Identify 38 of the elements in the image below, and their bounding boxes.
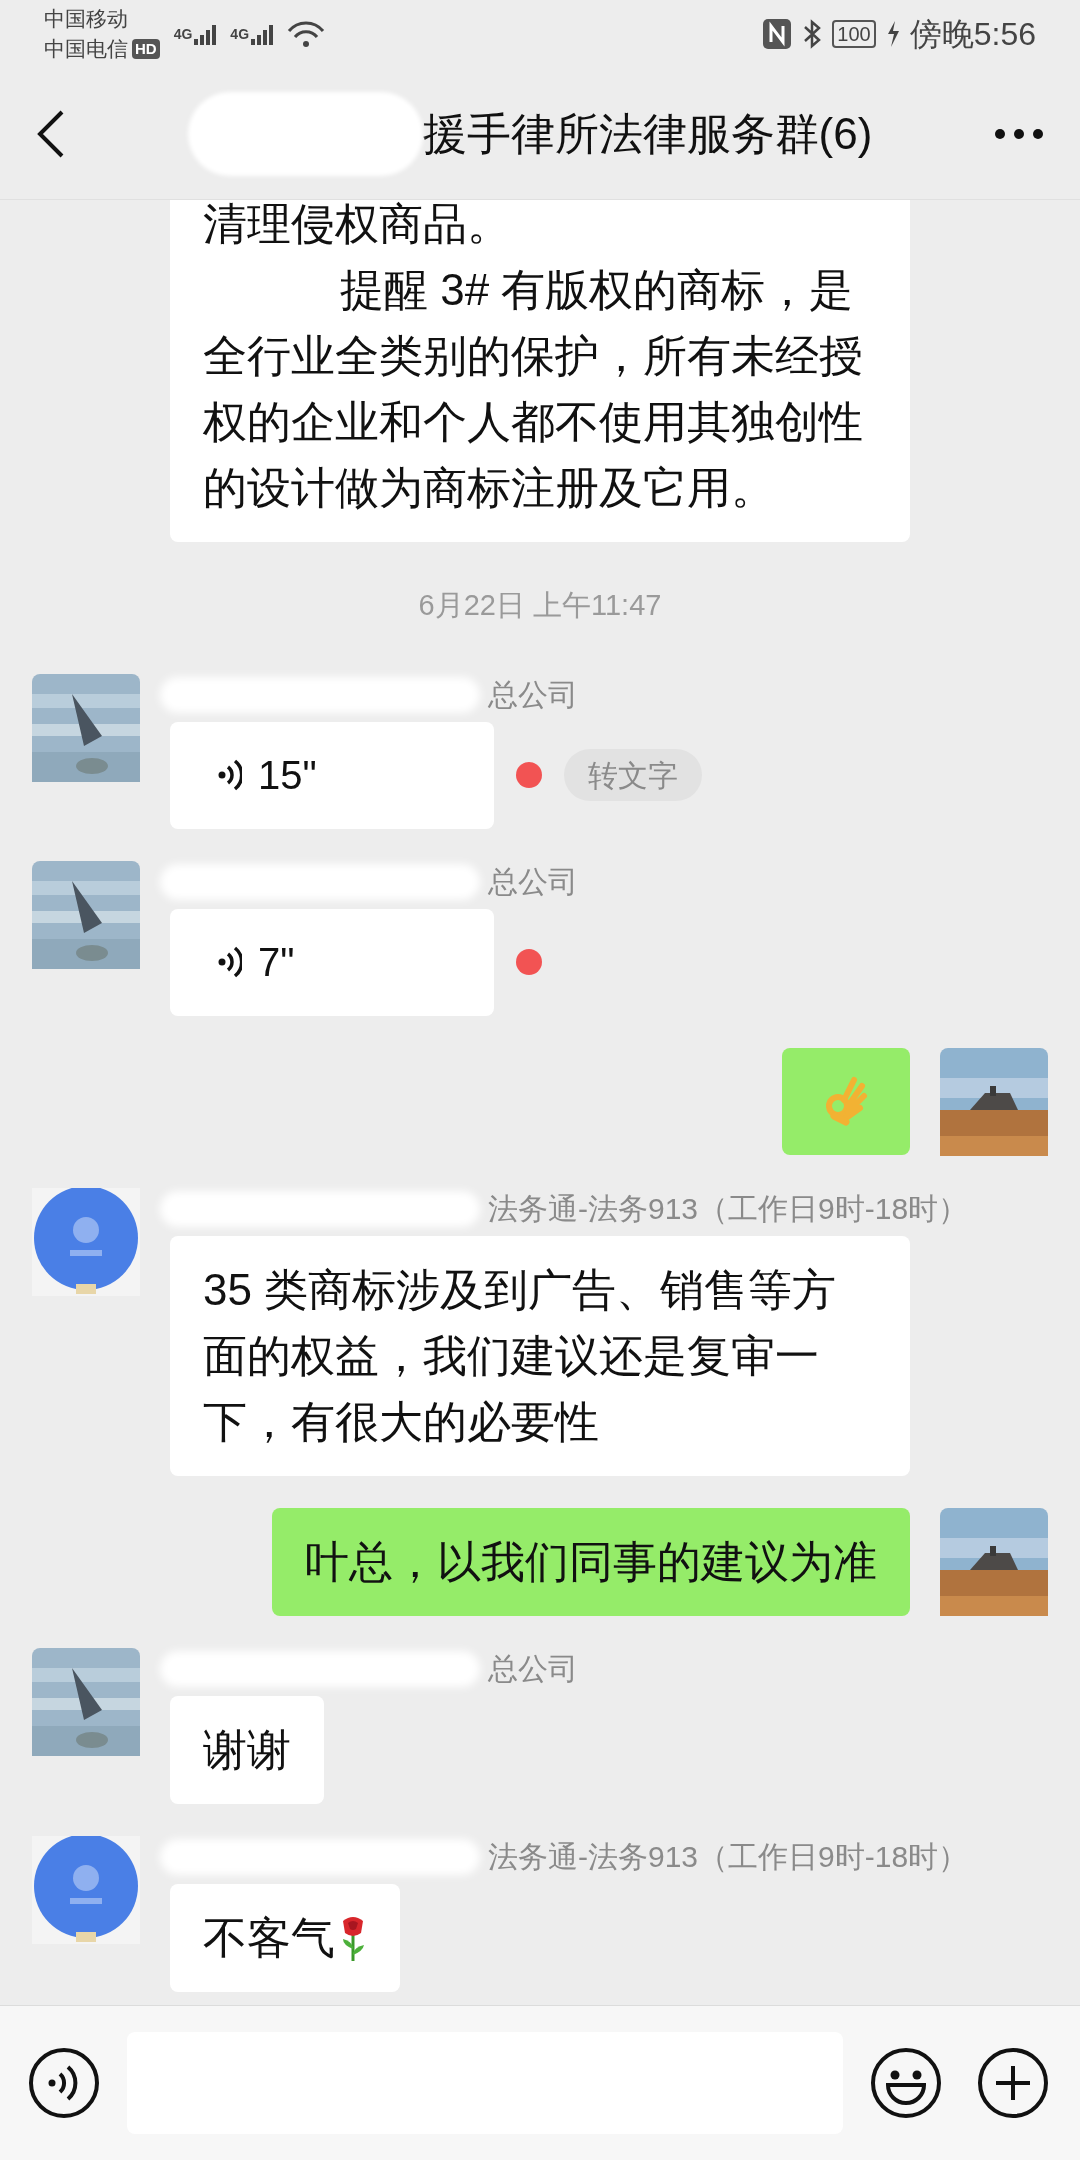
message-text: 提醒 3# 有版权的商标，是全行业全类别的保护，所有未经授权的企业和个人都不使用其独创性的设计做为商标注册及它用。 [203,264,864,514]
sender-name: 总公司 [488,863,578,900]
bluetooth-icon [802,18,823,50]
message-text: 叶总，以我们同事的建议为准 [305,1535,877,1588]
network-label: 4G [230,24,250,44]
nfc-icon [762,18,793,50]
voice-icon [218,945,242,979]
sender-name: 总公司 [488,1650,578,1687]
avatar-icon [32,1835,140,1944]
voice-message[interactable]: 7" [170,908,494,1016]
signal-icon [194,24,217,45]
sender-name: 法务通-法务913（工作日9时-18时） [488,1838,969,1875]
carrier-name: 中国电信 [44,36,128,62]
message-text: 不客气 [203,1911,335,1964]
voice-icon [218,758,242,792]
clock-time: 傍晚5:56 [909,15,1036,54]
hd-badge: HD [132,39,160,59]
back-icon[interactable] [36,108,66,159]
message-text: 谢谢 [203,1723,291,1776]
carrier-name: 中国移动 [44,6,128,32]
voice-message[interactable]: 15" [170,721,494,829]
battery-level: 100 [832,20,876,48]
charging-icon [885,20,900,48]
sender-name: 法务通-法务913（工作日9时-18时） [488,1190,969,1227]
message-text: 清理侵权商品。 [203,200,512,250]
wifi-icon [287,20,326,48]
sender-name: 总公司 [488,676,578,713]
chat-title: 援手律所法律服务群(6) [422,107,873,160]
timestamp: 6月22日 上午11:47 [418,588,662,623]
more-icon[interactable] [994,127,1044,140]
signal-icon [251,24,274,45]
avatar-icon [32,1187,140,1296]
emoji-icon[interactable] [870,2047,942,2119]
voice-input-icon[interactable] [28,2047,100,2119]
message-text: 35 类商标涉及到广告、销售等方面的权益，我们建议还是复审一下，有很大的必要性 [203,1263,838,1448]
network-label: 4G [173,24,193,44]
plus-icon[interactable] [977,2047,1049,2119]
ok-hand-icon [824,1076,868,1126]
